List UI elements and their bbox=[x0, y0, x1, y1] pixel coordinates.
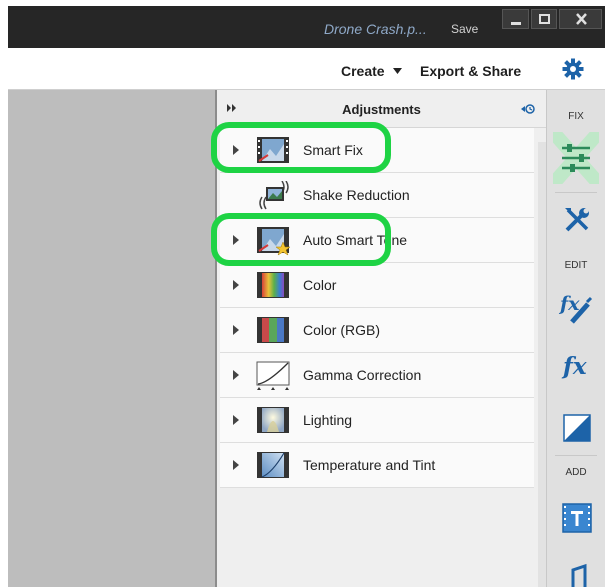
adjustment-temperature-tint[interactable]: Temperature and Tint bbox=[220, 443, 534, 488]
adjustment-label: Lighting bbox=[303, 412, 353, 428]
lighting-icon bbox=[257, 407, 289, 433]
tools-icon[interactable] bbox=[563, 206, 591, 234]
panel-title: Adjustments bbox=[342, 102, 421, 117]
chevron-down-icon[interactable] bbox=[393, 68, 402, 74]
svg-text:fx: fx bbox=[561, 353, 587, 380]
adjustment-label: Color bbox=[303, 277, 337, 293]
create-menu[interactable]: Create bbox=[341, 63, 385, 79]
color-icon bbox=[257, 272, 289, 298]
adjustment-color-rgb[interactable]: Color (RGB) bbox=[220, 308, 534, 353]
add-section-label: ADD bbox=[565, 467, 587, 478]
panel-header: Adjustments bbox=[217, 90, 546, 128]
color-rgb-icon bbox=[257, 317, 289, 343]
fx-icon[interactable]: fx bbox=[561, 350, 593, 382]
adjustment-label: Smart Fix bbox=[303, 142, 363, 158]
adjustment-label: Auto Smart Tone bbox=[303, 232, 408, 248]
shake-reduction-icon bbox=[259, 181, 289, 210]
menu-bar: Create Export & Share bbox=[8, 48, 605, 90]
edit-section-label: EDIT bbox=[564, 260, 588, 271]
separator bbox=[555, 455, 597, 456]
adjustment-label: Gamma Correction bbox=[303, 367, 422, 383]
expand-arrow-icon[interactable] bbox=[233, 370, 239, 380]
text-icon[interactable] bbox=[562, 503, 592, 533]
adjustment-smart-fix[interactable]: Smart Fix bbox=[220, 128, 534, 173]
maximize-icon bbox=[539, 14, 550, 24]
maximize-button[interactable] bbox=[531, 9, 557, 29]
minimize-button[interactable] bbox=[502, 9, 529, 29]
fix-section-label: FIX bbox=[568, 111, 584, 122]
history-icon[interactable] bbox=[521, 103, 535, 115]
expand-arrow-icon[interactable] bbox=[233, 235, 239, 245]
close-icon bbox=[576, 13, 587, 25]
adjustment-lighting[interactable]: Lighting bbox=[220, 398, 534, 443]
app-window: Drone Crash.p... Save Create Export & Sh… bbox=[8, 6, 605, 587]
adjustments-panel: Adjustments Smart Fix Shake Reduction Au… bbox=[215, 90, 546, 587]
adjustment-shake-reduction[interactable]: Shake Reduction bbox=[220, 173, 534, 218]
adjustment-color[interactable]: Color bbox=[220, 263, 534, 308]
expand-arrow-icon[interactable] bbox=[233, 145, 239, 155]
fx-brush-icon[interactable]: fx bbox=[558, 290, 594, 326]
save-button[interactable]: Save bbox=[451, 22, 478, 36]
close-button[interactable] bbox=[559, 9, 602, 29]
photo-canvas[interactable] bbox=[8, 90, 215, 587]
svg-text:fx: fx bbox=[558, 293, 580, 315]
auto-smart-tone-icon bbox=[257, 227, 291, 256]
gradient-icon[interactable] bbox=[563, 414, 591, 442]
adjustment-label: Shake Reduction bbox=[303, 187, 410, 203]
export-share-menu[interactable]: Export & Share bbox=[420, 63, 521, 79]
expand-arrow-icon[interactable] bbox=[233, 325, 239, 335]
minimize-icon bbox=[511, 22, 521, 25]
adjustment-label: Temperature and Tint bbox=[303, 457, 436, 473]
smart-fix-icon bbox=[257, 137, 289, 163]
expand-arrow-icon[interactable] bbox=[233, 280, 239, 290]
right-toolbar: FIX EDIT fx fx ADD bbox=[546, 90, 605, 587]
separator bbox=[555, 192, 597, 193]
temperature-tint-icon bbox=[257, 452, 289, 478]
expand-arrow-icon[interactable] bbox=[233, 460, 239, 470]
adjustment-gamma-correction[interactable]: Gamma Correction bbox=[220, 353, 534, 398]
adjustment-label: Color (RGB) bbox=[303, 322, 381, 338]
gamma-curve-icon bbox=[256, 361, 290, 390]
adjustment-auto-smart-tone[interactable]: Auto Smart Tone bbox=[220, 218, 534, 263]
music-icon[interactable] bbox=[565, 562, 589, 587]
document-title: Drone Crash.p... bbox=[324, 21, 427, 37]
title-bar: Drone Crash.p... Save bbox=[8, 6, 605, 48]
scrollbar[interactable] bbox=[538, 142, 546, 587]
gear-icon[interactable] bbox=[562, 58, 584, 80]
expand-arrow-icon[interactable] bbox=[233, 415, 239, 425]
adjustments-sliders-icon[interactable] bbox=[553, 132, 599, 184]
